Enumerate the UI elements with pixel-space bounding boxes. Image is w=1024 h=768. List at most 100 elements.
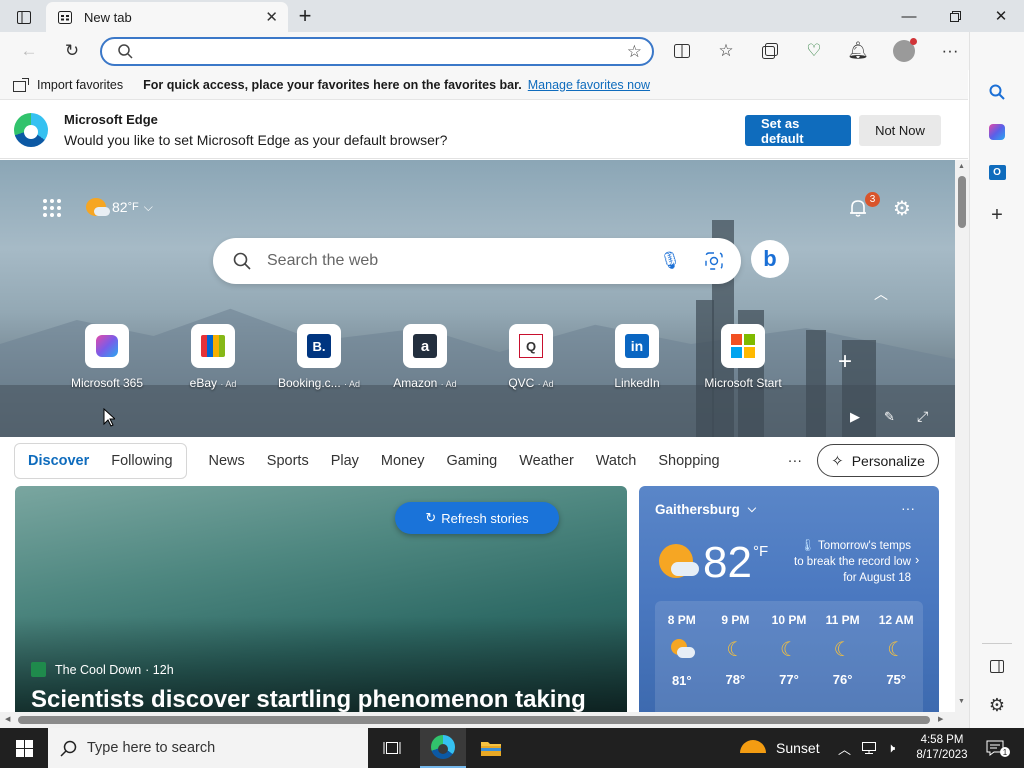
new-tab-button[interactable]: + <box>293 3 317 28</box>
microsoft-365-icon <box>85 324 129 368</box>
vertical-scrollbar[interactable]: ▲ ▼ <box>955 160 969 712</box>
collections-button[interactable] <box>754 35 786 67</box>
close-window-button[interactable]: ✕ <box>978 0 1024 32</box>
settings-and-more-button[interactable]: ··· <box>934 35 966 67</box>
story-age: · 12h <box>145 662 174 677</box>
back-button[interactable]: ← <box>13 35 45 67</box>
weather-more-button[interactable]: ··· <box>901 500 915 516</box>
expand-background-button[interactable]: ⤢ <box>917 408 928 425</box>
horizontal-scroll-thumb[interactable] <box>18 716 930 724</box>
manage-favorites-link[interactable]: Manage favorites now <box>528 78 650 92</box>
profile-button[interactable] <box>888 35 920 67</box>
tab-discover[interactable]: Discover <box>28 453 89 469</box>
quick-link-amazon[interactable]: a Amazon · Ad <box>370 324 480 390</box>
taskbar-weather-button[interactable]: Sunset <box>740 728 820 768</box>
feed-more-button[interactable]: ··· <box>777 453 814 469</box>
set-as-default-button[interactable]: Set as default <box>745 115 851 146</box>
not-now-button[interactable]: Not Now <box>859 115 941 146</box>
sidebar-microsoft-365-button[interactable] <box>982 117 1012 147</box>
scroll-down-icon[interactable]: ▼ <box>958 698 965 705</box>
minimize-icon: — <box>901 7 917 25</box>
task-view-button[interactable] <box>370 728 414 768</box>
feed-category-money[interactable]: Money <box>370 453 436 469</box>
sidebar-outlook-button[interactable]: O <box>982 157 1012 187</box>
horizontal-scrollbar[interactable]: ◀ ▶ <box>0 712 969 728</box>
vertical-scroll-thumb[interactable] <box>958 176 966 228</box>
import-favorites-button[interactable]: Import favorites <box>13 77 123 92</box>
tab-actions-button[interactable] <box>10 6 38 28</box>
taskbar-file-explorer-button[interactable] <box>468 728 514 768</box>
weather-widget-button[interactable]: 82 °F ⌵ <box>86 196 153 218</box>
hourly-item: 11 PM ☾ 76° <box>818 613 868 687</box>
quick-link-ebay[interactable]: eBay · Ad <box>158 324 268 390</box>
network-icon[interactable] <box>861 741 877 755</box>
restore-button[interactable] <box>932 0 978 32</box>
chevron-up-icon[interactable]: ︿ <box>838 739 851 758</box>
sidebar-search-button[interactable] <box>982 77 1012 107</box>
tab-new-tab[interactable]: New tab ✕ <box>46 2 288 32</box>
weather-alert[interactable]: 🌡︎ Tomorrow's temps to break the record … <box>791 538 911 586</box>
quick-link-booking[interactable]: B. Booking.c... · Ad <box>264 324 374 390</box>
scroll-right-icon[interactable]: ▶ <box>938 715 943 723</box>
page-settings-button[interactable]: ⚙ <box>890 196 914 220</box>
feed-category-sports[interactable]: Sports <box>256 453 320 469</box>
add-quick-link-button[interactable]: + <box>838 348 852 376</box>
search-icon <box>60 740 77 757</box>
search-icon <box>118 44 133 59</box>
newtab-notifications-button[interactable]: 3 <box>846 192 880 220</box>
feed-navigation: Discover Following News Sports Play Mone… <box>14 442 940 480</box>
action-center-button[interactable]: 1 <box>980 728 1010 768</box>
bing-chat-button[interactable]: b <box>751 240 789 278</box>
arrow-left-icon: ← <box>20 41 38 60</box>
refresh-button[interactable]: ↻ <box>56 35 88 67</box>
moon-icon: ☾ <box>833 639 852 661</box>
address-bar[interactable]: ☆ <box>100 37 654 66</box>
feed-category-gaming[interactable]: Gaming <box>435 453 508 469</box>
scroll-left-icon[interactable]: ◀ <box>5 715 10 723</box>
refresh-stories-button[interactable]: ↻ Refresh stories <box>395 502 559 534</box>
apps-launcher-button[interactable] <box>40 196 64 220</box>
app-grid-icon <box>43 199 61 217</box>
address-input[interactable] <box>143 44 627 59</box>
volume-icon[interactable]: 🕨︎ <box>887 740 895 756</box>
quick-link-microsoft-365[interactable]: Microsoft 365 <box>52 324 162 390</box>
taskbar-search-box[interactable]: Type here to search <box>48 728 368 768</box>
minimize-button[interactable]: — <box>886 0 932 32</box>
split-screen-button[interactable] <box>666 35 698 67</box>
add-favorite-star-icon[interactable]: ☆ <box>627 42 642 62</box>
start-button[interactable] <box>0 728 48 768</box>
personalize-button[interactable]: ✧ Personalize <box>817 444 939 477</box>
quick-link-qvc[interactable]: Q QVC · Ad <box>476 324 586 390</box>
feed-category-play[interactable]: Play <box>320 453 370 469</box>
quick-link-linkedin[interactable]: in LinkedIn <box>582 324 692 390</box>
play-background-button[interactable]: ▶ <box>850 409 860 425</box>
feed-category-watch[interactable]: Watch <box>585 453 648 469</box>
sidebar-add-button[interactable]: + <box>982 200 1012 230</box>
infobar-title: Microsoft Edge <box>64 112 158 127</box>
chevron-down-icon: ⌵ <box>143 199 153 214</box>
browser-essentials-button[interactable]: ♡ <box>798 35 830 67</box>
taskbar-edge-button[interactable] <box>420 728 466 768</box>
story-source: The Cool Down <box>55 662 142 677</box>
visual-search-icon[interactable] <box>705 252 723 270</box>
collapse-quick-links-button[interactable]: ︿ <box>874 284 888 304</box>
tab-following[interactable]: Following <box>111 453 172 469</box>
feed-category-news[interactable]: News <box>198 453 256 469</box>
hide-sidebar-button[interactable] <box>982 651 1012 681</box>
ebay-shopping-bag-icon <box>191 324 235 368</box>
weather-location-button[interactable]: Gaithersburg ⌵ <box>655 502 756 517</box>
sidebar-settings-button[interactable]: ⚙ <box>982 690 1012 720</box>
feed-category-shopping[interactable]: Shopping <box>647 453 730 469</box>
notification-count-badge: 1 <box>1000 747 1010 757</box>
notifications-button[interactable]: 🔔︎ <box>842 35 874 67</box>
microphone-icon[interactable]: 🎙︎ <box>659 251 681 271</box>
taskbar-clock[interactable]: 4:58 PM 8/17/2023 <box>912 733 972 763</box>
scroll-up-icon[interactable]: ▲ <box>958 163 965 170</box>
quick-link-microsoft-start[interactable]: Microsoft Start <box>688 324 798 390</box>
sunset-icon <box>740 739 766 753</box>
background-info-button[interactable]: ✎ <box>884 409 895 425</box>
close-tab-icon[interactable]: ✕ <box>265 8 278 26</box>
feed-category-weather[interactable]: Weather <box>508 453 585 469</box>
web-search-box[interactable]: Search the web 🎙︎ <box>213 238 741 284</box>
favorites-button[interactable]: ☆ <box>710 35 742 67</box>
